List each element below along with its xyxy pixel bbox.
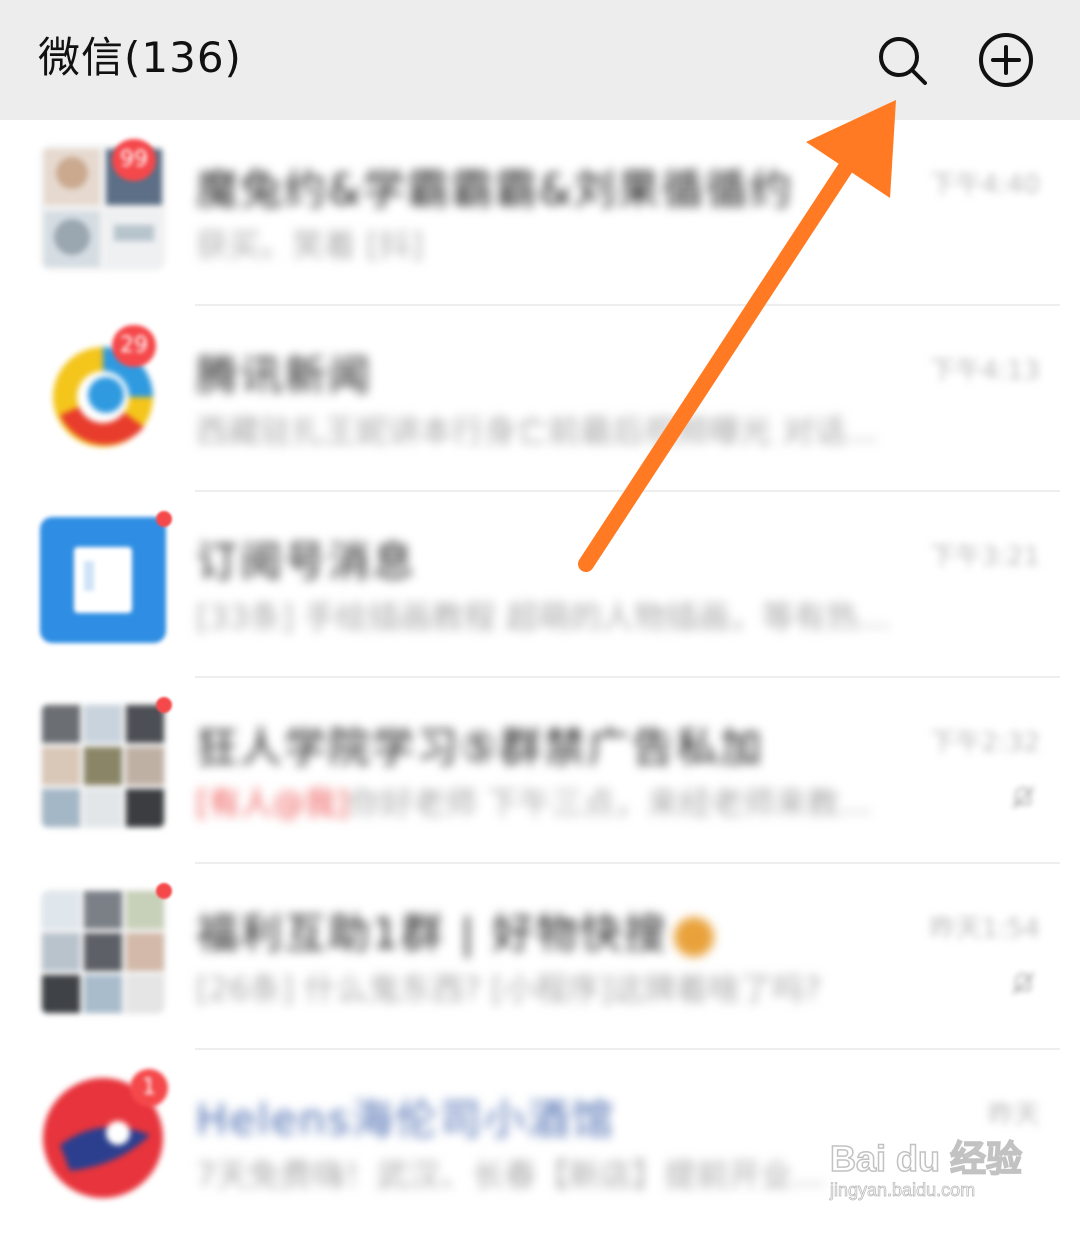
bell-off-icon: [1008, 968, 1038, 998]
avatar-wrap: 99: [40, 139, 166, 271]
chat-row[interactable]: 29 腾讯新闻 西藏驻扎王妮讲本行身亡前最后视频曝光 对话… 下午4:13: [0, 306, 1080, 492]
chat-list: 99 魔兔约&学霸霸霸&刘果循循约 获买。笑着 [抖] 下午4:40 29 腾讯…: [0, 120, 1080, 1236]
chat-time: 下午4:40: [929, 170, 1040, 200]
group-avatar: [40, 703, 166, 829]
subscription-avatar: [40, 517, 166, 643]
chat-row[interactable]: 狂人学院学习⑤群禁广告私加 [有人@我]你好老师 下午三点，来经老师来教… 下午…: [0, 678, 1080, 864]
unread-badge: 1: [130, 1069, 168, 1107]
chat-preview: 7天免费嗨！武汉、长春【新店】提前开业…: [196, 1156, 825, 1194]
mention-tag: [有人@我]: [196, 784, 349, 822]
chat-row[interactable]: 99 魔兔约&学霸霸霸&刘果循循约 获买。笑着 [抖] 下午4:40: [0, 120, 1080, 306]
watermark: Bai du 经验 jingyan.baidu.com: [829, 1110, 1050, 1210]
chat-name: 订阅号消息: [196, 537, 417, 586]
chat-name: 魔兔约&学霸霸霸&刘果循循约: [196, 165, 794, 214]
plus-circle-icon[interactable]: [976, 30, 1036, 90]
group-avatar: [40, 889, 166, 1015]
chat-preview: [有人@我]你好老师 下午三点，来经老师来教…: [196, 778, 871, 824]
unread-dot: [156, 883, 172, 899]
chat-time: 昨天1:54: [929, 914, 1040, 944]
bell-off-icon: [1008, 782, 1038, 812]
search-icon[interactable]: [872, 30, 932, 90]
chat-time: 下午4:13: [929, 356, 1040, 386]
chat-name-text: 福利互助1群 | 好物快搜: [196, 909, 668, 958]
chat-preview: [33条] 手绘插画教程 超萌的人物插画，等有热…: [196, 598, 891, 636]
chat-preview: [26条] 什么鬼东西? [小程序]这牌着啥了吗?: [196, 970, 821, 1008]
avatar-wrap: [40, 697, 172, 829]
chat-preview: 西藏驻扎王妮讲本行身亡前最后视频曝光 对话…: [196, 412, 879, 450]
watermark-brand: Bai du 经验: [829, 1137, 1023, 1180]
avatar-wrap: 1: [40, 1069, 168, 1201]
preview-text: 你好老师 下午三点，来经老师来教…: [348, 784, 872, 822]
badge-emoji-icon: [673, 916, 714, 957]
top-bar: 微信(136): [0, 0, 1080, 120]
chat-time: 下午3:21: [929, 542, 1040, 572]
chat-name: 福利互助1群 | 好物快搜: [196, 900, 714, 961]
avatar-wrap: [40, 883, 172, 1015]
unread-badge: 29: [112, 325, 156, 367]
chat-row[interactable]: 福利互助1群 | 好物快搜 [26条] 什么鬼东西? [小程序]这牌着啥了吗? …: [0, 864, 1080, 1050]
unread-dot: [156, 511, 172, 527]
chat-name: 腾讯新闻: [196, 351, 373, 400]
avatar-wrap: 29: [40, 325, 166, 457]
chat-preview: 获买。笑着 [抖]: [196, 226, 424, 264]
page-title: 微信(136): [38, 33, 242, 82]
chat-name: 狂人学院学习⑤群禁广告私加: [196, 723, 764, 772]
unread-dot: [156, 697, 172, 713]
unread-badge: 99: [112, 139, 156, 181]
avatar-wrap: [40, 511, 172, 643]
chat-time: 下午2:32: [929, 728, 1040, 758]
chat-row[interactable]: 订阅号消息 [33条] 手绘插画教程 超萌的人物插画，等有热… 下午3:21: [0, 492, 1080, 678]
watermark-url: jingyan.baidu.com: [830, 1180, 976, 1201]
chat-name: Helens海伦司小酒馆: [196, 1095, 616, 1144]
